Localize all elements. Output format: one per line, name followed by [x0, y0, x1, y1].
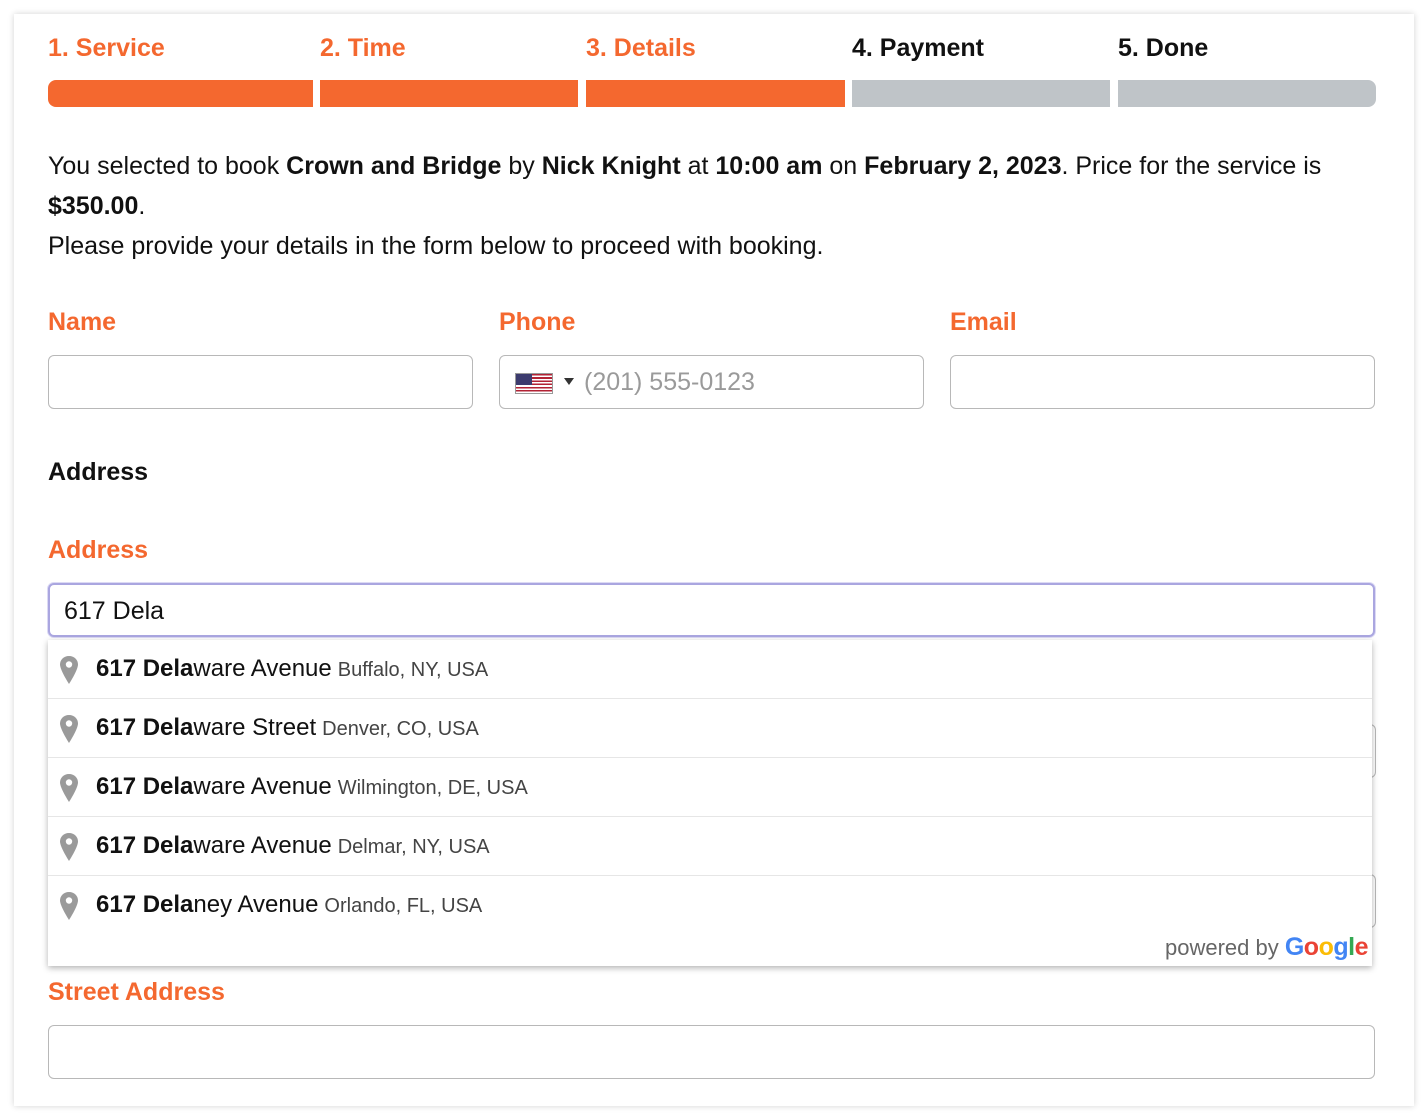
suggestion-text: 617 Delaware Avenue Delmar, NY, USA — [96, 832, 490, 860]
summary-text: on — [822, 152, 865, 180]
suggestion-rest: ware Avenue — [193, 655, 332, 682]
summary-text: You selected to book — [48, 152, 287, 180]
address-autocomplete-dropdown: 617 Delaware Avenue Buffalo, NY, USA 617 … — [48, 640, 1372, 966]
suggestion-match: 617 Dela — [96, 773, 194, 800]
us-flag-icon[interactable] — [515, 373, 553, 394]
step-time-label: 2. Time — [320, 34, 406, 62]
google-letter: o — [1303, 933, 1319, 961]
autocomplete-suggestion[interactable]: 617 Delaney Avenue Orlando, FL, USA — [48, 876, 1372, 935]
map-pin-icon — [60, 715, 78, 743]
chevron-down-icon[interactable] — [564, 378, 574, 385]
summary-date: February 2, 2023 — [864, 152, 1062, 180]
summary-text: at — [680, 152, 716, 180]
google-letter: G — [1284, 933, 1304, 961]
address-section-heading: Address — [48, 458, 149, 486]
name-label: Name — [48, 308, 117, 336]
address-input-value: 617 Dela — [64, 597, 165, 625]
google-letter: o — [1318, 933, 1334, 961]
suggestion-rest: ney Avenue — [193, 891, 319, 918]
booking-summary: You selected to book Crown and Bridge by… — [48, 146, 1368, 226]
suggestion-secondary: Denver, CO, USA — [322, 718, 479, 740]
autocomplete-suggestion[interactable]: 617 Delaware Avenue Delmar, NY, USA — [48, 817, 1372, 876]
google-letter: e — [1354, 933, 1369, 961]
summary-text: . — [138, 192, 146, 220]
summary-text: by — [501, 152, 542, 180]
phone-input[interactable]: (201) 555-0123 — [499, 355, 924, 409]
phone-label: Phone — [499, 308, 576, 336]
google-letter: g — [1333, 933, 1349, 961]
suggestion-rest: ware Avenue — [193, 832, 332, 859]
suggestion-secondary: Orlando, FL, USA — [324, 895, 483, 917]
name-input[interactable] — [48, 355, 473, 409]
phone-placeholder: (201) 555-0123 — [584, 368, 755, 396]
suggestion-secondary: Wilmington, DE, USA — [337, 777, 528, 799]
email-input[interactable] — [950, 355, 1375, 409]
step-done-bar — [1118, 80, 1376, 107]
step-details-bar — [586, 80, 845, 107]
address-label: Address — [48, 536, 149, 564]
summary-staff: Nick Knight — [541, 152, 681, 180]
suggestion-text: 617 Delaware Avenue Buffalo, NY, USA — [96, 655, 488, 683]
powered-by-google: powered by Google — [1164, 933, 1369, 962]
street-address-label: Street Address — [48, 978, 225, 1006]
suggestion-text: 617 Delaware Avenue Wilmington, DE, USA — [96, 773, 528, 801]
suggestion-match: 617 Dela — [96, 655, 194, 682]
street-address-input[interactable] — [48, 1025, 1375, 1079]
suggestion-rest: ware Avenue — [193, 773, 332, 800]
step-service-label: 1. Service — [48, 34, 165, 62]
suggestion-match: 617 Dela — [96, 891, 194, 918]
email-label: Email — [950, 308, 1017, 336]
map-pin-icon — [60, 656, 78, 684]
suggestion-secondary: Buffalo, NY, USA — [337, 659, 489, 681]
suggestion-rest: ware Street — [193, 714, 317, 741]
suggestion-match: 617 Dela — [96, 832, 194, 859]
autocomplete-suggestion[interactable]: 617 Delaware Street Denver, CO, USA — [48, 699, 1372, 758]
summary-text: . Price for the service is — [1061, 152, 1322, 180]
map-pin-icon — [60, 774, 78, 802]
suggestion-text: 617 Delaware Street Denver, CO, USA — [96, 714, 479, 742]
map-pin-icon — [60, 892, 78, 920]
step-service-bar — [48, 80, 313, 107]
suggestion-text: 617 Delaney Avenue Orlando, FL, USA — [96, 891, 482, 919]
step-done-label: 5. Done — [1118, 34, 1209, 62]
autocomplete-suggestion[interactable]: 617 Delaware Avenue Buffalo, NY, USA — [48, 640, 1372, 699]
summary-time: 10:00 am — [715, 152, 823, 180]
map-pin-icon — [60, 833, 78, 861]
form-instructions: Please provide your details in the form … — [48, 232, 824, 260]
summary-price: $350.00 — [48, 192, 139, 220]
step-time-bar — [320, 80, 578, 107]
step-payment-bar — [852, 80, 1110, 107]
google-logo: Google — [1284, 933, 1369, 961]
summary-service: Crown and Bridge — [286, 152, 502, 180]
suggestion-match: 617 Dela — [96, 714, 194, 741]
step-details-label: 3. Details — [586, 34, 696, 62]
suggestion-secondary: Delmar, NY, USA — [337, 836, 490, 858]
address-input[interactable]: 617 Dela — [48, 583, 1375, 637]
autocomplete-suggestion[interactable]: 617 Delaware Avenue Wilmington, DE, USA — [48, 758, 1372, 817]
step-payment-label: 4. Payment — [852, 34, 985, 62]
powered-by-text: powered by — [1164, 935, 1279, 960]
